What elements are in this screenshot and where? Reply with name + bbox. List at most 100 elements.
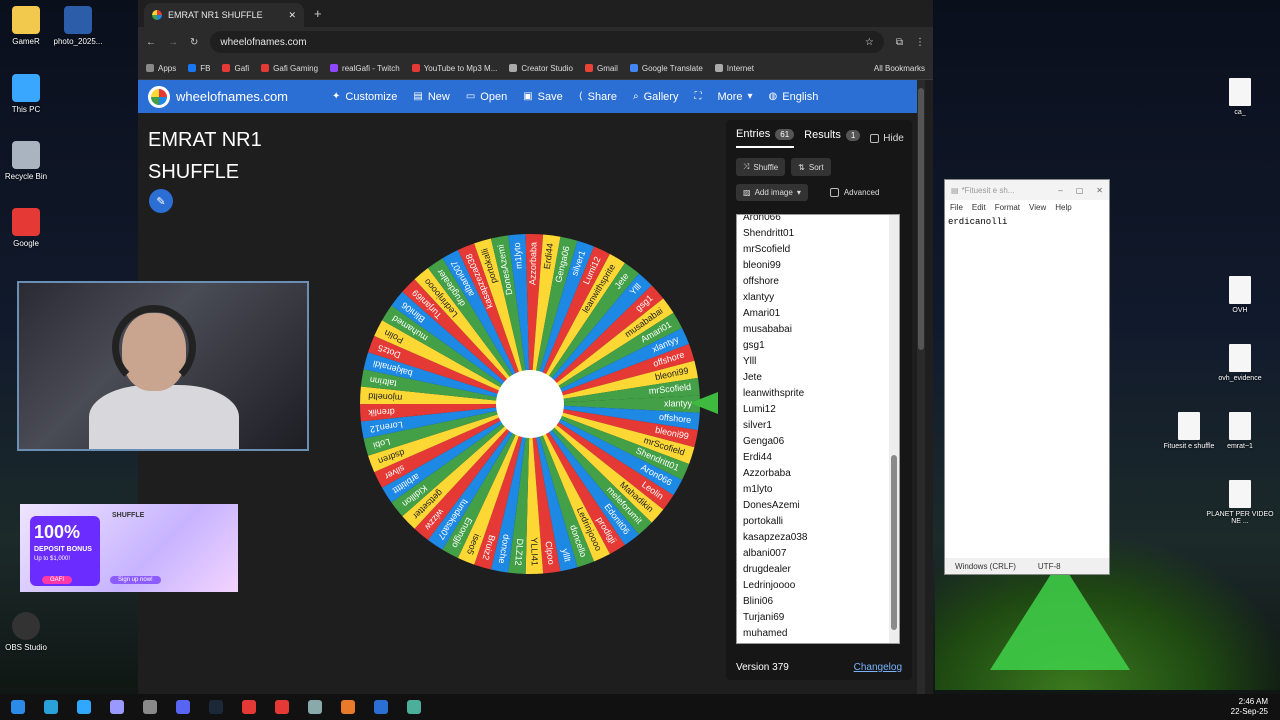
palette-icon: ✦ — [332, 91, 341, 102]
notepad-menu-item[interactable]: View — [1029, 203, 1046, 212]
sponsor-banner: 100% DEPOSIT BONUS Up to $1,000! SHUFFLE… — [20, 504, 238, 592]
forward-icon[interactable]: → — [168, 37, 178, 48]
file-icon — [1229, 480, 1251, 508]
nav-save[interactable]: ▣ Save — [523, 91, 563, 103]
nav-more[interactable]: More ▾ — [717, 91, 752, 103]
desktop-icon-obs[interactable]: OBS Studio — [0, 612, 52, 652]
maximize-icon[interactable]: ▢ — [1076, 186, 1084, 195]
entry-item: kasapzeza038 — [743, 532, 808, 543]
desktop-file[interactable]: OVH — [1205, 276, 1275, 314]
nav-gallery[interactable]: ⌕ Gallery — [633, 91, 678, 103]
desktop-file[interactable]: emrat~1 — [1205, 412, 1275, 450]
hide-checkbox[interactable]: Hide — [870, 133, 904, 144]
taskbar-app-icon[interactable] — [308, 700, 322, 714]
shuffle-button[interactable]: ⤨ Shuffle — [736, 158, 786, 176]
bookmark-favicon-icon — [261, 64, 270, 72]
browser-tab-active[interactable]: EMRAT NR1 SHUFFLE ✕ — [144, 3, 304, 27]
minimize-icon[interactable]: – — [1058, 186, 1062, 195]
bookmark-item[interactable]: realGafi - Twitch — [330, 64, 400, 73]
desktop-file[interactable]: PLANET PER VIDEO NE ... — [1205, 480, 1275, 525]
taskbar-app-icon[interactable] — [407, 700, 421, 714]
desktop-icon[interactable]: GameR — [0, 6, 52, 46]
desktop-icon[interactable]: Recycle Bin — [0, 141, 52, 181]
notepad-titlebar[interactable]: ▤ *Fituesit e sh... – ▢ ✕ — [945, 180, 1109, 200]
shuffle-icon: ⤨ — [743, 162, 750, 171]
bookmark-item[interactable]: Internet — [714, 64, 754, 73]
desktop-icon[interactable]: photo_2025... — [52, 6, 104, 46]
entry-item: mrScofield — [743, 244, 791, 255]
bookmark-item[interactable]: Gafi — [222, 64, 249, 73]
panel-tabs: Entries 61 Results 1 Hide — [726, 120, 912, 148]
bookmark-item[interactable]: FB — [188, 64, 210, 73]
taskbar-app-icon[interactable] — [242, 700, 256, 714]
bookmark-item[interactable]: Google Translate — [629, 64, 703, 73]
bookmark-item[interactable]: Apps — [146, 64, 176, 73]
app-icon — [12, 141, 40, 169]
edit-title-button[interactable]: ✎ — [149, 189, 173, 213]
nav-fullscreen[interactable]: ⛶ — [694, 91, 701, 102]
wheel-center[interactable] — [496, 370, 564, 438]
bookmark-item[interactable]: Gmail — [584, 64, 618, 73]
wheel-svg[interactable]: xlantyyoffshorebleoni99mrScofieldShendri… — [358, 232, 702, 576]
bookmark-item[interactable]: Creator Studio — [509, 64, 573, 73]
new-tab-icon[interactable]: + — [314, 6, 322, 21]
nav-new[interactable]: ▤ New — [413, 91, 449, 103]
app-icon — [64, 6, 92, 34]
sort-button[interactable]: ⇅ Sort — [791, 158, 831, 176]
tab-entries[interactable]: Entries 61 — [736, 128, 795, 148]
bookmark-item[interactable]: YouTube to Mp3 M... — [411, 64, 497, 73]
advanced-checkbox[interactable]: Advanced — [829, 184, 879, 201]
bookmark-star-icon[interactable]: ☆ — [865, 37, 874, 48]
nav-open[interactable]: ▭ Open — [466, 91, 507, 103]
start-icon[interactable] — [11, 700, 25, 714]
tab-close-icon[interactable]: ✕ — [288, 10, 296, 21]
taskbar-app-icon[interactable] — [143, 700, 157, 714]
version-label: Version 379 — [736, 662, 789, 673]
entry-item: bleoni99 — [743, 260, 781, 271]
notepad-window: ▤ *Fituesit e sh... – ▢ ✕ File Edit Format… — [944, 179, 1110, 575]
wheel-slice-label: mjoneltd — [368, 391, 403, 403]
entries-scrollbar[interactable] — [889, 215, 899, 643]
taskbar-app-icon[interactable] — [374, 700, 388, 714]
system-tray-clock[interactable]: 2:46 AM 22-Sep-25 — [1231, 697, 1268, 717]
add-image-button[interactable]: ▨ Add image ▾ — [736, 184, 808, 201]
desktop-icon[interactable]: Google — [0, 208, 52, 248]
page-scrollbar[interactable] — [917, 80, 925, 694]
notepad-text[interactable]: erdicanolli — [945, 215, 1109, 229]
entries-scroll-thumb[interactable] — [891, 455, 897, 630]
taskbar-app-icon[interactable] — [44, 700, 58, 714]
taskbar-app-icon[interactable] — [176, 700, 190, 714]
wheel[interactable]: xlantyy offshore bleoni99 mrScofield Shendri… — [358, 232, 702, 576]
entry-item: Amari01 — [743, 308, 781, 319]
site-logo[interactable]: wheelofnames.com — [148, 85, 288, 108]
entries-count-badge: 61 — [775, 128, 795, 140]
desktop-file[interactable]: ca_ — [1205, 78, 1275, 116]
taskbar-app-icon[interactable] — [77, 700, 91, 714]
taskbar-app-icon[interactable] — [275, 700, 289, 714]
notepad-menu-item[interactable]: Help — [1055, 203, 1071, 212]
notepad-menu-item[interactable]: File — [950, 203, 963, 212]
taskbar-app-icon[interactable] — [110, 700, 124, 714]
extensions-icon[interactable]: ⧉ — [896, 37, 903, 48]
nav-customize[interactable]: ✦ Customize — [332, 91, 397, 103]
menu-kebab-icon[interactable]: ⋮ — [915, 37, 925, 48]
changelog-link[interactable]: Changelog — [854, 662, 902, 673]
tab-results[interactable]: Results 1 — [804, 129, 861, 147]
notepad-menu-item[interactable]: Format — [995, 203, 1020, 212]
desktop-icon[interactable]: This PC — [0, 74, 52, 114]
entries-textarea[interactable]: Aron066 Shendritt01 mrScofield bleoni99 offs… — [736, 214, 900, 644]
all-bookmarks[interactable]: All Bookmarks — [874, 64, 925, 73]
nav-share[interactable]: ⟨ Share — [579, 91, 617, 103]
nav-language[interactable]: ◍ English — [769, 91, 819, 103]
reload-icon[interactable]: ↻ — [190, 37, 198, 48]
back-icon[interactable]: ← — [146, 37, 156, 48]
desktop-file[interactable]: ovh_evidence — [1205, 344, 1275, 382]
taskbar-app-icon[interactable] — [209, 700, 223, 714]
notepad-menu-item[interactable]: Edit — [972, 203, 986, 212]
streamer-body — [89, 385, 239, 449]
bookmark-item[interactable]: Gafi Gaming — [261, 64, 318, 73]
close-icon[interactable]: ✕ — [1096, 186, 1103, 195]
taskbar-app-icon[interactable] — [341, 700, 355, 714]
url-field[interactable]: wheelofnames.com ☆ — [210, 31, 884, 53]
entries-list: Aron066 Shendritt01 mrScofield bleoni99 offs… — [737, 215, 899, 642]
